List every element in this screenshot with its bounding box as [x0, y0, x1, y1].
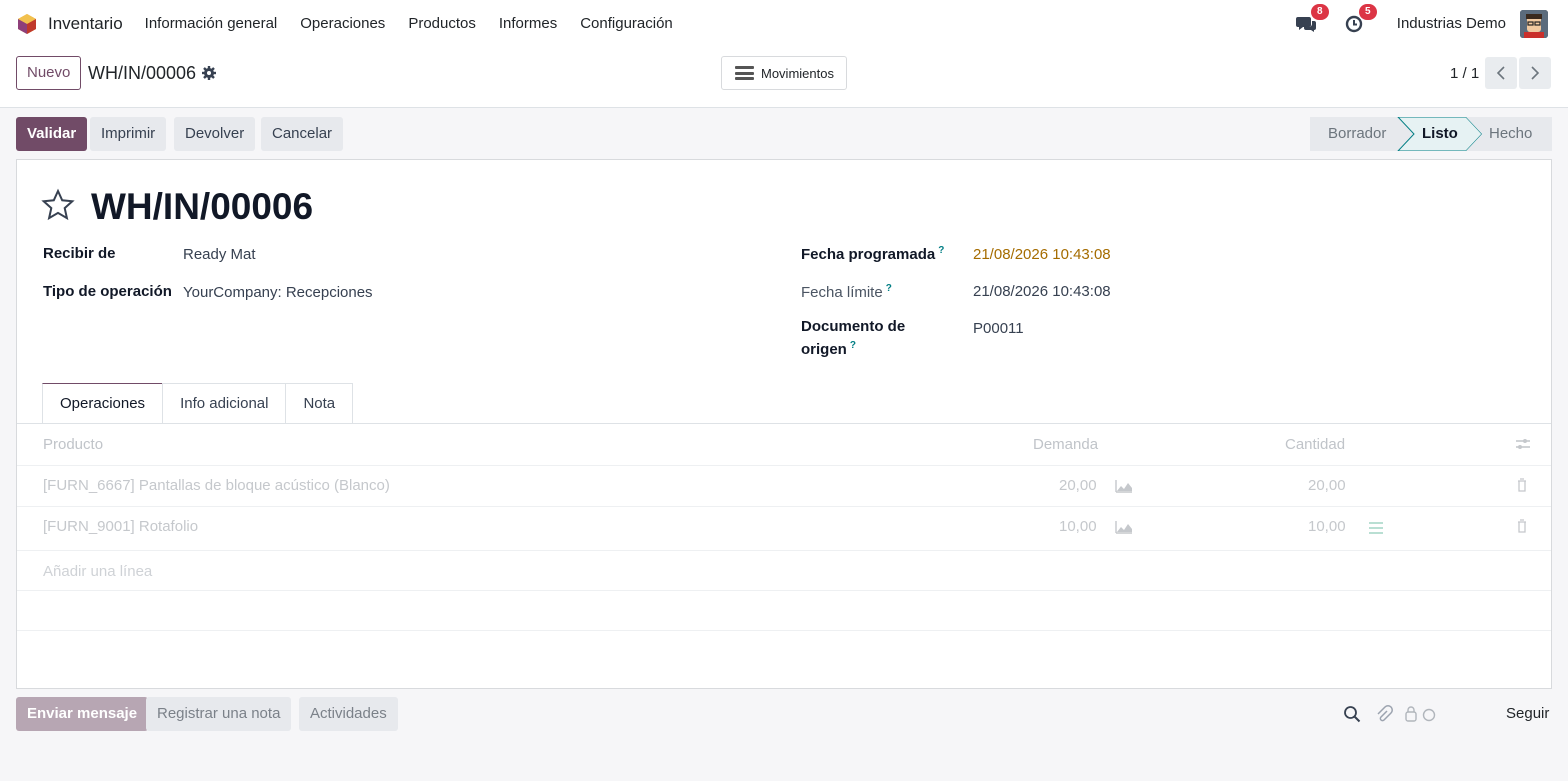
row-divider [17, 590, 1551, 591]
tab-note[interactable]: Nota [285, 383, 354, 424]
help-icon[interactable]: ? [886, 283, 892, 294]
new-button[interactable]: Nuevo [16, 56, 82, 90]
operation-type-field[interactable]: YourCompany: Recepciones [183, 284, 373, 301]
stage-ready-label: Listo [1422, 125, 1458, 142]
menu-general-info[interactable]: Información general [145, 15, 278, 32]
column-quantity[interactable]: Cantidad [1285, 436, 1345, 453]
stage-draft-label: Borrador [1328, 125, 1387, 142]
notebook-tabs: Operaciones Info adicional Nota [42, 383, 354, 424]
scheduled-date-label: Fecha programada? [801, 245, 945, 263]
company-switcher[interactable]: Industrias Demo [1397, 15, 1506, 32]
row-divider [17, 630, 1551, 631]
column-settings-icon[interactable] [1515, 437, 1531, 451]
user-avatar-icon [1520, 9, 1548, 38]
tab-operations[interactable]: Operaciones [42, 383, 164, 424]
pager-previous-button[interactable] [1485, 57, 1517, 89]
column-demand[interactable]: Demanda [1033, 436, 1098, 453]
user-avatar[interactable] [1520, 9, 1548, 38]
chevron-left-icon [1496, 66, 1505, 80]
send-message-button[interactable]: Enviar mensaje [16, 697, 149, 731]
forecast-chart-icon[interactable] [1115, 479, 1133, 493]
trash-icon[interactable] [1513, 519, 1531, 533]
detailed-operations-icon[interactable] [1367, 521, 1385, 535]
form-sheet: WH/IN/00006 Recibir de Ready Mat Tipo de… [16, 159, 1552, 689]
row-product[interactable]: [FURN_9001] Rotafolio [43, 518, 198, 535]
app-name[interactable]: Inventario [48, 14, 123, 34]
breadcrumb-current: WH/IN/00006 [88, 63, 197, 83]
tabs-divider [17, 423, 1551, 424]
chevron-right-icon [1531, 66, 1540, 80]
moves-label: Movimientos [761, 65, 834, 81]
control-panel: Nuevo WH/IN/00006 Movimientos 1 / 1 [0, 47, 1568, 108]
receive-from-label: Recibir de [43, 245, 116, 262]
operation-type-label: Tipo de operación [43, 283, 172, 300]
source-doc-label-line2: origen? [801, 340, 856, 358]
stage-done-label: Hecho [1489, 125, 1533, 142]
row-product[interactable]: [FURN_6667] Pantallas de bloque acústico… [43, 477, 390, 494]
trash-icon[interactable] [1513, 478, 1531, 492]
gear-icon[interactable] [201, 65, 217, 81]
moves-smart-button[interactable]: Movimientos [721, 56, 847, 90]
row-divider [17, 506, 1551, 507]
pager-next-button[interactable] [1519, 57, 1551, 89]
list-icon [735, 66, 754, 80]
scheduled-date-field[interactable]: 21/08/2026 10:43:08 [973, 246, 1111, 263]
receive-from-field[interactable]: Ready Mat [183, 246, 256, 263]
return-button[interactable]: Devolver [174, 117, 256, 151]
row-quantity[interactable]: 20,00 [1308, 477, 1346, 494]
record-title: WH/IN/00006 [91, 186, 314, 227]
pager-value: 1 / 1 [1450, 65, 1480, 82]
menu-reports[interactable]: Informes [499, 15, 557, 32]
help-icon[interactable]: ? [938, 245, 944, 256]
star-icon[interactable] [41, 188, 75, 222]
top-navbar: Inventario Información general Operacion… [0, 0, 1568, 47]
add-line-link[interactable]: Añadir una línea [43, 563, 152, 580]
row-demand: 10,00 [1059, 518, 1097, 535]
followers-icon[interactable] [1404, 705, 1438, 723]
header-divider [17, 465, 1551, 466]
activities-button[interactable]: Actividades [299, 697, 398, 731]
source-doc-field[interactable]: P00011 [973, 320, 1024, 337]
log-note-button[interactable]: Registrar una nota [146, 697, 292, 731]
activities-badge: 5 [1358, 3, 1377, 20]
messages-button[interactable]: 8 [1295, 3, 1329, 35]
forecast-chart-icon[interactable] [1115, 520, 1133, 534]
deadline-field[interactable]: 21/08/2026 10:43:08 [973, 283, 1111, 300]
messages-badge: 8 [1310, 3, 1329, 20]
deadline-label: Fecha límite? [801, 283, 892, 301]
search-icon[interactable] [1343, 705, 1361, 723]
row-divider [17, 550, 1551, 551]
menu-configuration[interactable]: Configuración [580, 15, 673, 32]
tab-additional-info[interactable]: Info adicional [162, 383, 287, 424]
menu-operations[interactable]: Operaciones [300, 15, 385, 32]
activities-button[interactable]: 5 [1343, 3, 1377, 35]
print-button[interactable]: Imprimir [90, 117, 167, 151]
column-product[interactable]: Producto [43, 436, 103, 453]
inventory-app-icon[interactable] [16, 13, 38, 35]
paperclip-icon[interactable] [1375, 705, 1393, 723]
follow-button[interactable]: Seguir [1506, 705, 1549, 722]
row-demand: 20,00 [1059, 477, 1097, 494]
cancel-button[interactable]: Cancelar [261, 117, 344, 151]
row-quantity[interactable]: 10,00 [1308, 518, 1346, 535]
menu-products[interactable]: Productos [408, 15, 476, 32]
source-doc-label-line1: Documento de [801, 318, 906, 335]
validate-button[interactable]: Validar [16, 117, 88, 151]
help-icon[interactable]: ? [850, 340, 856, 351]
